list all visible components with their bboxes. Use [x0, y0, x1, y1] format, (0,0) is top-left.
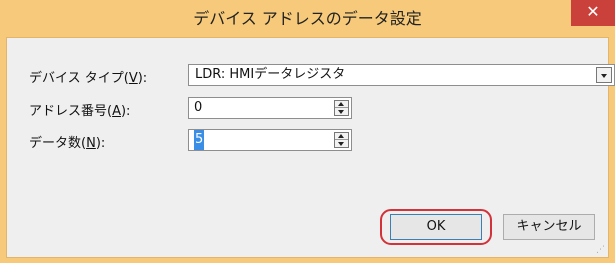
cancel-button[interactable]: キャンセル	[503, 214, 595, 240]
dialog-window: デバイス アドレスのデータ設定 ✕ デバイス タイプ(V): LDR: HMIデ…	[0, 0, 615, 263]
close-button[interactable]: ✕	[571, 0, 615, 26]
data-count-value: 5	[194, 130, 205, 150]
title-bar[interactable]: デバイス アドレスのデータ設定 ✕	[0, 0, 615, 37]
address-label: アドレス番号(A):	[29, 104, 131, 119]
device-type-value: LDR: HMIデータレジスタ	[195, 67, 346, 82]
device-type-label: デバイス タイプ(V):	[29, 71, 148, 86]
data-count-spin-buttons	[334, 132, 349, 148]
data-count-mnemonic: N	[86, 136, 96, 151]
device-type-select[interactable]: LDR: HMIデータレジスタ	[188, 64, 615, 86]
arrow-down-icon[interactable]	[335, 140, 348, 147]
arrow-up-icon[interactable]	[335, 133, 348, 140]
arrow-down-icon[interactable]	[335, 108, 348, 115]
address-mnemonic: A	[112, 104, 121, 119]
address-stepper[interactable]: 0	[188, 97, 352, 119]
dialog-body: デバイス タイプ(V): LDR: HMIデータレジスタ アドレス番号(A): …	[6, 37, 615, 258]
data-count-label: データ数(N):	[29, 136, 106, 151]
address-value: 0	[194, 100, 203, 115]
ok-button[interactable]: OK	[390, 214, 482, 240]
data-count-stepper[interactable]: 5	[188, 129, 352, 151]
close-icon: ✕	[586, 2, 600, 21]
dialog-title: デバイス アドレスのデータ設定	[193, 9, 422, 28]
device-type-mnemonic: V	[128, 71, 138, 86]
resize-grip-icon[interactable]: ⋰	[596, 245, 606, 255]
arrow-up-icon[interactable]	[335, 101, 348, 108]
address-spin-buttons	[334, 100, 349, 116]
chevron-down-icon[interactable]	[596, 67, 612, 83]
